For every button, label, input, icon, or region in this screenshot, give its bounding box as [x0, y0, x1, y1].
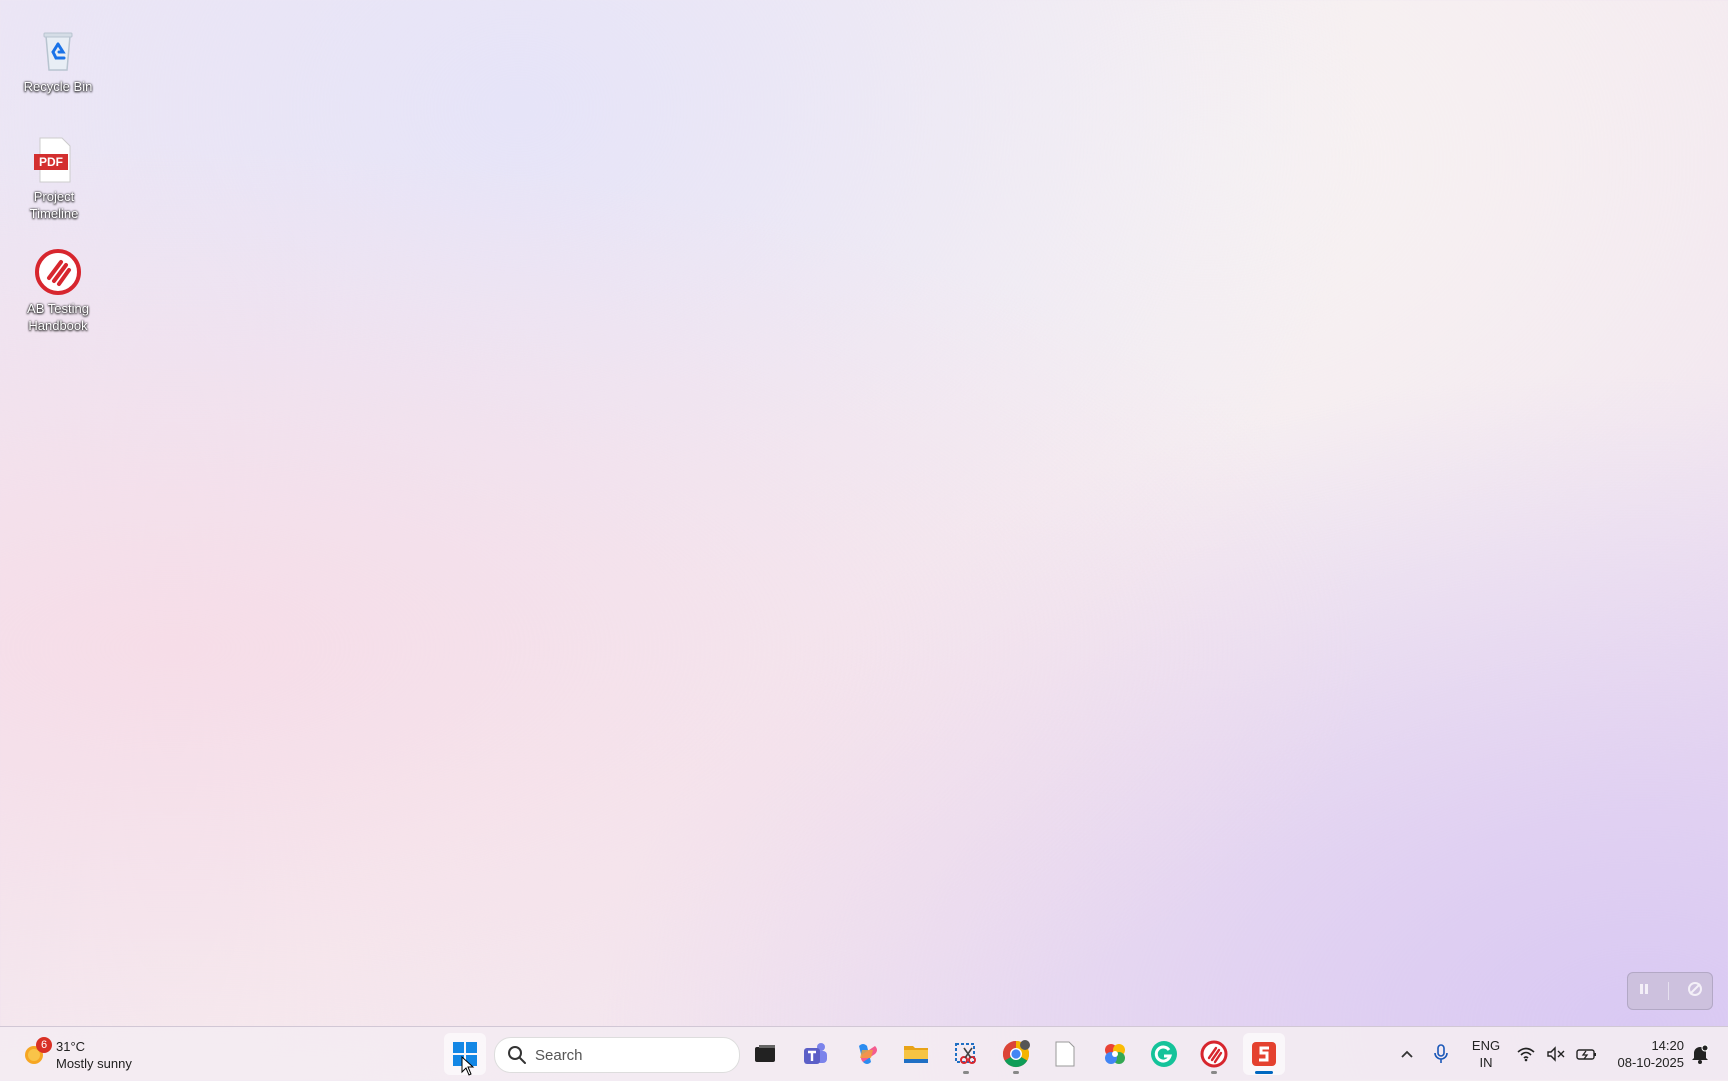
search-box[interactable]: Search — [494, 1037, 740, 1073]
folder-icon — [904, 1046, 928, 1063]
running-indicator — [1211, 1071, 1217, 1074]
running-indicator — [963, 1071, 969, 1074]
tray-notifications[interactable] — [1688, 1027, 1712, 1081]
tray-network-volume-battery[interactable] — [1516, 1027, 1598, 1081]
desktop-icon-recycle-bin[interactable]: Recycle Bin — [20, 26, 96, 95]
taskbar: 6 31°C Mostly sunny Search ENG IN 14:20 … — [0, 1026, 1728, 1081]
desktop-icon-project-timeline[interactable]: PDF Project Timeline — [16, 136, 92, 222]
taskbar-copilot[interactable] — [846, 1033, 888, 1075]
taskbar-notepad[interactable] — [1044, 1033, 1086, 1075]
copilot-icon — [859, 1044, 877, 1064]
snipping-tool-icon — [955, 1043, 976, 1064]
recording-widget[interactable] — [1627, 972, 1713, 1010]
battery-charging-icon — [1576, 1049, 1596, 1060]
photos-icon — [1105, 1044, 1125, 1064]
weather-sun-icon: 6 — [22, 1037, 52, 1067]
active-indicator — [1255, 1071, 1273, 1074]
wifi-icon — [1517, 1047, 1535, 1062]
clock-date: 08-10-2025 — [1617, 1055, 1685, 1070]
taskbar-slides-app[interactable] — [1243, 1033, 1285, 1075]
weather-widget[interactable]: 6 31°C Mostly sunny — [22, 1035, 132, 1075]
taskbar-grammarly[interactable] — [1143, 1033, 1185, 1075]
pause-icon[interactable] — [1637, 982, 1651, 1001]
taskbar-file-explorer[interactable] — [895, 1033, 937, 1075]
volume-muted-icon — [1547, 1046, 1565, 1062]
notification-bell-icon — [1692, 1044, 1709, 1064]
tray-overflow-button[interactable] — [1394, 1027, 1420, 1081]
divider — [1668, 982, 1670, 1000]
region-code: IN — [1479, 1055, 1493, 1070]
weather-temperature: 31°C — [56, 1039, 86, 1054]
taskbar-teams[interactable] — [794, 1033, 836, 1075]
chevron-up-icon — [1401, 1050, 1413, 1058]
blank-file-icon — [1055, 1041, 1075, 1067]
taskbar-task-view[interactable] — [744, 1033, 786, 1075]
pdf-badge: PDF — [39, 155, 63, 169]
grammarly-icon — [1151, 1041, 1177, 1067]
ab-tasty-icon — [34, 248, 82, 296]
tray-language[interactable]: ENG IN — [1464, 1027, 1508, 1081]
slides-icon — [1252, 1042, 1276, 1066]
chrome-icon — [1002, 1040, 1030, 1068]
weather-badge: 6 — [36, 1037, 52, 1053]
desktop-icon-label: Project Timeline — [29, 189, 79, 221]
task-view-icon — [755, 1045, 775, 1062]
microphone-icon — [1434, 1044, 1448, 1063]
desktop-icon-ab-testing-handbook[interactable]: AB Testing Handbook — [20, 248, 96, 334]
tray-microphone[interactable] — [1428, 1027, 1454, 1081]
teams-icon — [804, 1043, 827, 1064]
recycle-bin-icon — [34, 26, 82, 74]
weather-condition: Mostly sunny — [56, 1056, 132, 1071]
tray-clock[interactable]: 14:20 08-10-2025 — [1604, 1027, 1685, 1081]
clock-time: 14:20 — [1651, 1038, 1684, 1053]
running-indicator — [1013, 1071, 1019, 1074]
ab-tasty-icon — [1200, 1040, 1228, 1068]
pdf-file-icon: PDF — [30, 136, 78, 184]
taskbar-photos[interactable] — [1094, 1033, 1136, 1075]
taskbar-chrome[interactable] — [995, 1033, 1037, 1075]
desktop-icon-label: Recycle Bin — [23, 79, 93, 94]
taskbar-snipping-tool[interactable] — [945, 1033, 987, 1075]
taskbar-ab-tasty[interactable] — [1193, 1033, 1235, 1075]
desktop-icon-label: AB Testing Handbook — [27, 301, 89, 333]
search-placeholder: Search — [535, 1046, 583, 1064]
stop-recording-icon[interactable] — [1687, 981, 1703, 1002]
mouse-cursor-icon — [461, 1056, 475, 1076]
language-code: ENG — [1471, 1038, 1501, 1053]
search-icon — [508, 1046, 526, 1064]
